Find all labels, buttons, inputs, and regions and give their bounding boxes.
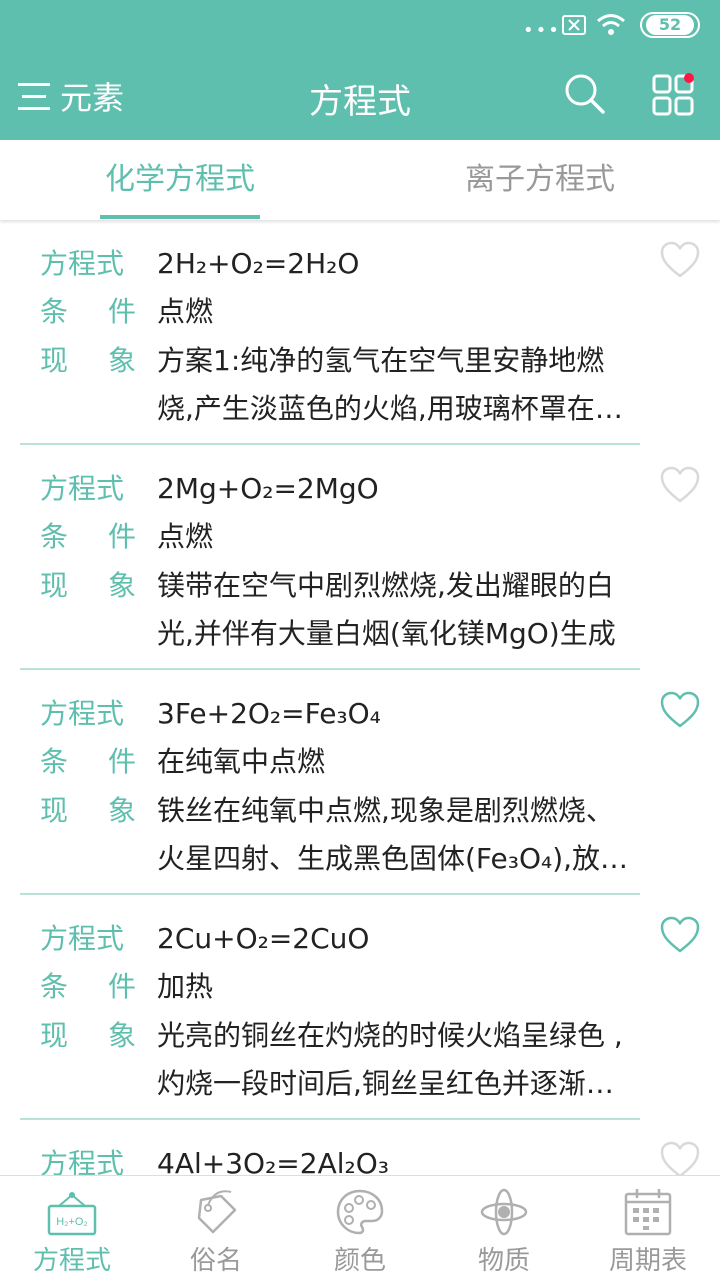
tab-ionic-equation[interactable]: 离子方程式 (360, 140, 720, 220)
equation-card[interactable]: 方程式 2Mg+O₂=2MgO 条件 点燃 现象 镁带在空气中剧烈燃烧,发出耀眼… (0, 445, 720, 670)
equation-label: 方程式 (40, 472, 125, 505)
top-bar: ••• 52 元素 方程式 (0, 0, 720, 140)
equation-card[interactable]: 方程式 2Cu+O₂=2CuO 条件 加热 现象 光亮的铜丝在灼烧的时候火焰呈绿… (0, 895, 720, 1120)
menu-label: 元素 (60, 79, 125, 117)
no-sim-icon (562, 15, 586, 35)
phenomenon-text: 镁带在空气中剧烈燃烧,发出耀眼的白光,并伴有大量白烟(氧化镁MgO)生成 (157, 569, 616, 650)
nav-label: 俗名 (189, 1246, 242, 1276)
equation-board-icon: H₂+O₂ (47, 1192, 97, 1236)
apps-button[interactable] (652, 72, 698, 118)
nav-label: 颜色 (333, 1246, 386, 1276)
phenomenon-text: 铁丝在纯氧中点燃,现象是剧烈燃烧、火星四射、生成黑色固体(Fe₃O₄),放出大量… (157, 794, 629, 875)
tab-bar: 化学方程式 离子方程式 (0, 140, 720, 220)
condition-label: 条件 (40, 520, 136, 553)
condition-label: 条件 (40, 745, 136, 778)
battery-indicator: 52 (640, 12, 700, 38)
equation-card[interactable]: 方程式 4Al+3O₂=2Al₂O₃ (0, 1120, 720, 1175)
favorite-heart-icon[interactable] (659, 690, 701, 730)
calendar-grid-icon (624, 1189, 672, 1236)
phenomenon-label: 现象 (40, 569, 136, 602)
nav-label: 物质 (477, 1246, 530, 1276)
nav-color[interactable]: 颜色 (288, 1176, 432, 1281)
equation-label: 方程式 (40, 697, 125, 730)
nav-common-name[interactable]: 俗名 (144, 1176, 288, 1281)
tab-indicator (100, 215, 260, 219)
atom-icon (480, 1188, 528, 1236)
phenomenon-label: 现象 (40, 794, 136, 827)
favorite-heart-icon[interactable] (659, 915, 701, 955)
equation-label: 方程式 (40, 247, 125, 280)
more-dots-icon: ••• (523, 20, 561, 41)
svg-text:H₂+O₂: H₂+O₂ (56, 1216, 87, 1228)
condition-text: 点燃 (157, 520, 214, 553)
element-menu-button[interactable]: 元素 (18, 76, 125, 117)
app-bar: 元素 方程式 (0, 52, 720, 140)
favorite-heart-icon[interactable] (659, 240, 701, 280)
phenomenon-text: 光亮的铜丝在灼烧的时候火焰呈绿色 ,灼烧一段时间后,铜丝呈红色并逐渐变黑 (157, 1019, 623, 1100)
equation-card[interactable]: 方程式 2H₂+O₂=2H₂O 条件 点燃 现象 方案1:纯净的氢气在空气里安静… (0, 220, 720, 445)
equation-list[interactable]: 方程式 2H₂+O₂=2H₂O 条件 点燃 现象 方案1:纯净的氢气在空气里安静… (0, 220, 720, 1175)
condition-text: 加热 (157, 970, 214, 1003)
nav-label: 周期表 (608, 1246, 687, 1276)
menu-icon (18, 83, 50, 110)
apps-grid-icon (652, 73, 694, 116)
favorite-heart-icon[interactable] (659, 1140, 701, 1175)
favorite-heart-icon[interactable] (659, 465, 701, 505)
equation-text: 2Mg+O₂=2MgO (157, 472, 379, 505)
equation-text: 3Fe+2O₂=Fe₃O₄ (157, 697, 381, 730)
notification-dot (684, 73, 694, 83)
equation-label: 方程式 (40, 922, 125, 955)
phenomenon-label: 现象 (40, 344, 136, 377)
bottom-navigation: H₂+O₂ 方程式 俗名 颜色 物质 周期表 (0, 1175, 720, 1281)
equation-card[interactable]: 方程式 3Fe+2O₂=Fe₃O₄ 条件 在纯氧中点燃 现象 铁丝在纯氧中点燃,… (0, 670, 720, 895)
condition-label: 条件 (40, 970, 136, 1003)
tag-icon (197, 1190, 237, 1234)
condition-text: 点燃 (157, 295, 214, 328)
search-button[interactable] (563, 72, 607, 116)
condition-text: 在纯氧中点燃 (157, 745, 326, 778)
equation-label: 方程式 (40, 1147, 125, 1175)
equation-text: 2Cu+O₂=2CuO (157, 922, 370, 955)
search-icon (565, 74, 605, 114)
status-bar: ••• 52 (0, 0, 720, 52)
nav-equation[interactable]: H₂+O₂ 方程式 (0, 1176, 144, 1281)
nav-periodic-table[interactable]: 周期表 (576, 1176, 720, 1281)
phenomenon-label: 现象 (40, 1019, 136, 1052)
equation-text: 2H₂+O₂=2H₂O (157, 247, 360, 280)
condition-label: 条件 (40, 295, 136, 328)
palette-icon (336, 1189, 384, 1235)
wifi-icon (597, 14, 625, 35)
phenomenon-text: 方案1:纯净的氢气在空气里安静地燃烧,产生淡蓝色的火焰,用玻璃杯罩在火焰上方,杯… (157, 344, 623, 425)
nav-label: 方程式 (32, 1246, 111, 1276)
nav-substance[interactable]: 物质 (432, 1176, 576, 1281)
tab-chemical-equation[interactable]: 化学方程式 (0, 140, 360, 220)
equation-text: 4Al+3O₂=2Al₂O₃ (157, 1147, 389, 1175)
